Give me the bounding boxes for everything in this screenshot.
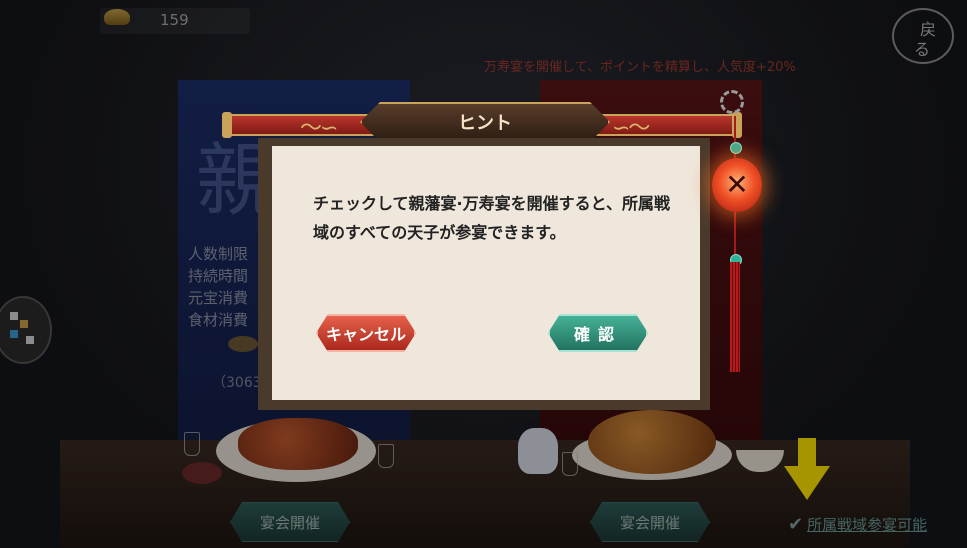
scroll-cap <box>222 112 232 138</box>
dialog-title: ヒント <box>458 113 512 134</box>
close-icon[interactable]: ✕ <box>725 171 748 199</box>
tassel <box>730 262 740 372</box>
gear-icon[interactable] <box>720 90 744 114</box>
cancel-button[interactable]: キャンセル <box>316 314 416 352</box>
cloud-ornament-icon: ∽〜 <box>612 116 650 141</box>
dialog-title-plate: ヒント <box>360 102 610 142</box>
dialog-message: チェックして親藩宴·万寿宴を開催すると、所属戦域のすべての天子が参宴できます。 <box>313 194 670 242</box>
dialog-body <box>272 146 700 400</box>
confirm-button[interactable]: 確認 <box>548 314 648 352</box>
close-button[interactable]: ✕ <box>712 158 762 212</box>
bead <box>730 142 742 154</box>
